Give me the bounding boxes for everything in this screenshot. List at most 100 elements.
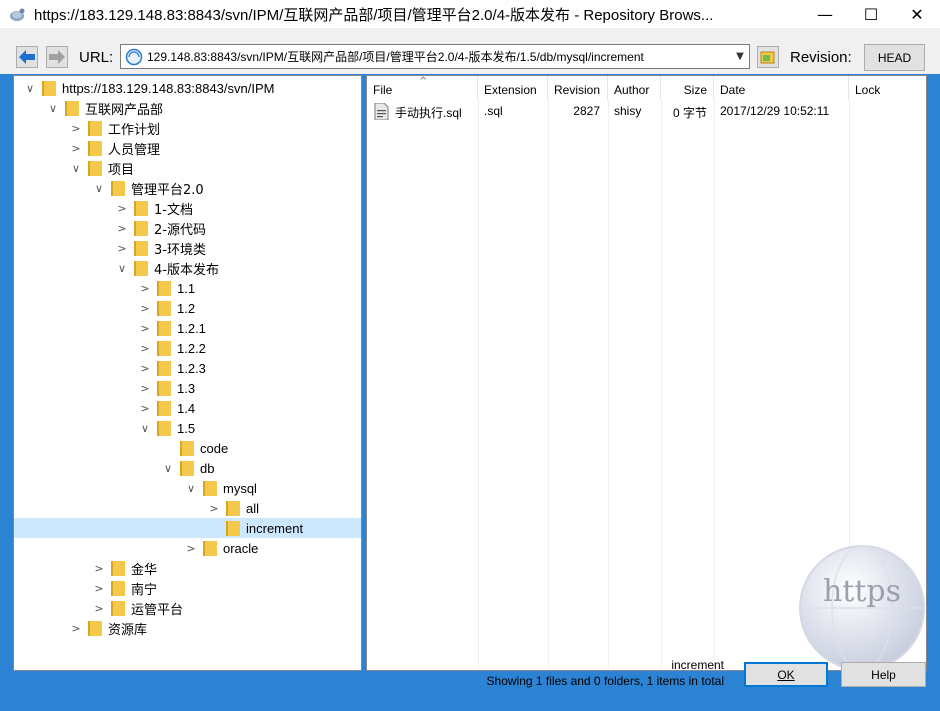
folder-icon bbox=[88, 140, 102, 156]
list-item[interactable]: 手动执行.sql .sql 2827 shisy 0 字节 2017/12/29… bbox=[367, 102, 926, 122]
chevron-right-icon[interactable]: > bbox=[137, 300, 153, 316]
tree-item-label: 1.2.1 bbox=[177, 320, 206, 336]
sql-file-icon bbox=[374, 103, 389, 120]
chevron-down-icon[interactable]: ∨ bbox=[114, 260, 130, 276]
chevron-down-icon[interactable]: ∨ bbox=[68, 160, 84, 176]
tree-item[interactable]: >1.2.2 bbox=[14, 338, 361, 358]
tree-item[interactable]: ∨ https://183.129.148.83:8843/svn/IPM bbox=[14, 78, 361, 98]
chevron-right-icon[interactable]: > bbox=[137, 400, 153, 416]
tree-item-label: 金华 bbox=[131, 562, 158, 578]
folder-open-icon bbox=[760, 51, 775, 64]
column-header-revision[interactable]: Revision bbox=[548, 76, 608, 100]
tree-item-label: 1.2 bbox=[177, 300, 196, 316]
folder-icon bbox=[157, 380, 171, 396]
chevron-right-icon[interactable]: > bbox=[68, 140, 84, 156]
column-header-size[interactable]: Size bbox=[661, 76, 714, 100]
forward-button[interactable] bbox=[46, 46, 68, 68]
url-input[interactable]: 129.148.83:8843/svn/IPM/互联网产品部/项目/管理平台2.… bbox=[147, 48, 731, 65]
maximize-button[interactable]: ☐ bbox=[848, 0, 894, 28]
https-globe-watermark: https bbox=[799, 545, 925, 671]
folder-icon bbox=[134, 240, 148, 256]
tree-item[interactable]: > all bbox=[14, 498, 361, 518]
chevron-down-icon[interactable]: ∨ bbox=[91, 180, 107, 196]
repo-browser-dialog: URL: 129.148.83:8843/svn/IPM/互联网产品部/项目/管… bbox=[0, 28, 940, 711]
file-size: 0 字节 bbox=[672, 106, 707, 120]
tree-item[interactable]: >1.2.3 bbox=[14, 358, 361, 378]
tree-item[interactable]: code bbox=[14, 438, 361, 458]
chevron-right-icon[interactable]: > bbox=[206, 500, 222, 516]
tree-item[interactable]: >1.2 bbox=[14, 298, 361, 318]
back-button[interactable] bbox=[16, 46, 38, 68]
chevron-down-icon[interactable]: ∨ bbox=[137, 420, 153, 436]
tree-item[interactable]: ∨ 管理平台2.0 bbox=[14, 178, 361, 198]
tree-item[interactable]: >2-源代码 bbox=[14, 218, 361, 238]
chevron-down-icon[interactable]: ∨ bbox=[160, 460, 176, 476]
tree-item[interactable]: >1.3 bbox=[14, 378, 361, 398]
tree-item[interactable]: > oracle bbox=[14, 538, 361, 558]
tree-item[interactable]: > 人员管理 bbox=[14, 138, 361, 158]
folder-icon bbox=[226, 500, 240, 516]
chevron-right-icon[interactable]: > bbox=[91, 560, 107, 576]
chevron-down-icon[interactable]: ∨ bbox=[45, 100, 61, 116]
chevron-right-icon[interactable]: > bbox=[68, 120, 84, 136]
chevron-down-icon[interactable]: ∨ bbox=[22, 80, 38, 96]
tree-item-label: 管理平台2.0 bbox=[131, 182, 204, 198]
chevron-right-icon[interactable]: > bbox=[137, 340, 153, 356]
tree-item-label: code bbox=[200, 440, 229, 456]
column-header-date[interactable]: Date bbox=[714, 76, 849, 100]
chevron-right-icon[interactable]: > bbox=[91, 580, 107, 596]
close-button[interactable]: ✕ bbox=[894, 0, 940, 28]
tree-item[interactable]: > 南宁 bbox=[14, 578, 361, 598]
folder-icon bbox=[226, 520, 240, 536]
chevron-right-icon[interactable]: > bbox=[114, 220, 130, 236]
folder-icon bbox=[111, 580, 125, 596]
tree-item[interactable]: ∨ db bbox=[14, 458, 361, 478]
column-header-author[interactable]: Author bbox=[608, 76, 661, 100]
tree-item[interactable]: > 金华 bbox=[14, 558, 361, 578]
tree-item-label: https://183.129.148.83:8843/svn/IPM bbox=[62, 80, 275, 96]
revision-button[interactable]: HEAD bbox=[864, 44, 925, 71]
chevron-right-icon[interactable]: > bbox=[68, 620, 84, 636]
chevron-right-icon[interactable]: > bbox=[137, 280, 153, 296]
tree-item[interactable]: >1.1 bbox=[14, 278, 361, 298]
tree-item[interactable]: >1-文档 bbox=[14, 198, 361, 218]
chevron-right-icon[interactable]: > bbox=[137, 320, 153, 336]
chevron-right-icon[interactable]: > bbox=[183, 540, 199, 556]
url-combobox[interactable]: 129.148.83:8843/svn/IPM/互联网产品部/项目/管理平台2.… bbox=[120, 44, 750, 69]
chevron-down-icon[interactable]: ▼ bbox=[731, 51, 749, 62]
tree-item-label: 4-版本发布 bbox=[154, 262, 219, 278]
ok-button[interactable]: OK bbox=[744, 662, 828, 687]
browse-folder-button[interactable] bbox=[757, 46, 779, 68]
column-header-lock[interactable]: Lock bbox=[849, 76, 926, 100]
tree-item[interactable]: ∨ 互联网产品部 bbox=[14, 98, 361, 118]
tree-item[interactable]: ∨ mysql bbox=[14, 478, 361, 498]
folder-icon bbox=[157, 280, 171, 296]
tree-item[interactable]: >1.2.1 bbox=[14, 318, 361, 338]
chevron-right-icon[interactable]: > bbox=[114, 240, 130, 256]
minimize-button[interactable]: — bbox=[802, 0, 848, 28]
chevron-down-icon[interactable]: ∨ bbox=[183, 480, 199, 496]
folder-icon bbox=[134, 220, 148, 236]
tree-item[interactable]: > 运管平台 bbox=[14, 598, 361, 618]
chevron-right-icon[interactable]: > bbox=[137, 360, 153, 376]
file-date: 2017/12/29 10:52:11 bbox=[720, 104, 830, 118]
tree-item[interactable]: increment bbox=[14, 518, 361, 538]
file-author: shisy bbox=[614, 104, 642, 118]
tree-item[interactable]: ∨ 1.5 bbox=[14, 418, 361, 438]
folder-icon bbox=[157, 360, 171, 376]
column-header-extension[interactable]: Extension bbox=[478, 76, 548, 100]
tree-item[interactable]: >3-环境类 bbox=[14, 238, 361, 258]
folder-tree[interactable]: ∨ https://183.129.148.83:8843/svn/IPM ∨ 互联网… bbox=[13, 75, 362, 671]
tree-item-label: 1.2.2 bbox=[177, 340, 206, 356]
chevron-right-icon[interactable]: > bbox=[91, 600, 107, 616]
tree-item[interactable]: ∨ 4-版本发布 bbox=[14, 258, 361, 278]
tree-item[interactable]: ∨ 项目 bbox=[14, 158, 361, 178]
tree-item[interactable]: >1.4 bbox=[14, 398, 361, 418]
chevron-right-icon[interactable]: > bbox=[114, 200, 130, 216]
arrow-right-icon bbox=[49, 50, 65, 64]
watermark-text: https bbox=[823, 574, 901, 609]
tree-item[interactable]: > 资源库 bbox=[14, 618, 361, 638]
tree-item[interactable]: > 工作计划 bbox=[14, 118, 361, 138]
help-button[interactable]: Help bbox=[841, 662, 926, 687]
chevron-right-icon[interactable]: > bbox=[137, 380, 153, 396]
